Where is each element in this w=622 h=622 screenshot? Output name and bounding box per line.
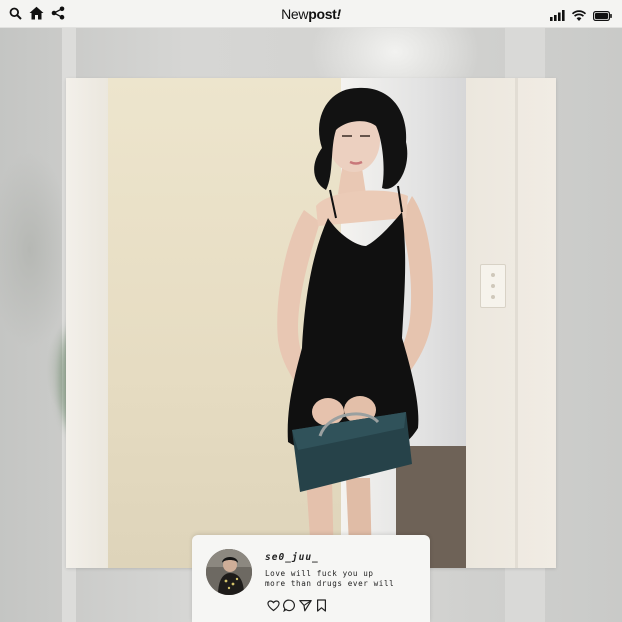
status-bar: Newpost! <box>0 0 622 28</box>
app-title-bold: post <box>308 6 337 22</box>
app-title-mark: ! <box>336 6 342 22</box>
post-card: se0_juu_ Love will fuck you up more than… <box>192 535 430 622</box>
battery-icon <box>593 8 612 26</box>
photo-post-image[interactable] <box>66 78 556 568</box>
comment-icon[interactable] <box>283 599 296 612</box>
heart-icon[interactable] <box>267 599 280 612</box>
send-icon[interactable] <box>299 599 312 612</box>
app-title-regular: New <box>281 6 309 22</box>
caption-line-1: Love will fuck you up <box>265 569 374 578</box>
app-title: Newpost! <box>0 6 622 22</box>
avatar-image <box>206 549 252 595</box>
bookmark-icon[interactable] <box>315 599 328 612</box>
post-username[interactable]: se0_juu_ <box>265 552 319 563</box>
caption-line-2: more than drugs ever will <box>265 579 395 588</box>
photo-subject-figure <box>277 87 434 568</box>
signal-icon <box>550 8 565 26</box>
wifi-icon <box>571 8 587 26</box>
avatar[interactable] <box>206 549 252 595</box>
status-bar-right-icons <box>550 8 612 26</box>
post-caption: Love will fuck you up more than drugs ev… <box>265 569 425 589</box>
post-actions <box>267 599 328 612</box>
